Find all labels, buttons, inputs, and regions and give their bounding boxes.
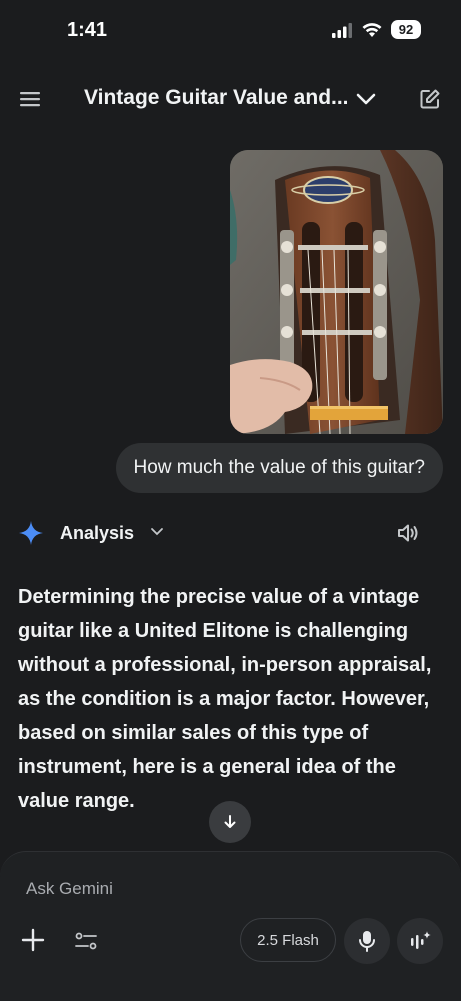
- conversation-title[interactable]: Vintage Guitar Value and...: [84, 86, 349, 110]
- signal-icon: [332, 22, 352, 38]
- guitar-photo: [230, 150, 443, 434]
- battery-indicator: 92: [391, 20, 421, 39]
- model-selector-button[interactable]: 2.5 Flash: [240, 918, 336, 962]
- user-message-text: How much the value of this guitar?: [133, 457, 426, 478]
- bold-guitar-model: United Elitone: [134, 620, 270, 642]
- composer-panel: Ask Gemini 2.5 Flash: [0, 851, 461, 1001]
- wifi-icon: [362, 22, 382, 37]
- microphone-button[interactable]: [344, 918, 390, 964]
- plus-icon[interactable]: [20, 927, 46, 953]
- mic-icon: [359, 931, 375, 952]
- response-mode-label[interactable]: Analysis: [60, 523, 134, 544]
- response-text: Determining the precise value of a vinta…: [18, 586, 432, 812]
- menu-icon[interactable]: [18, 87, 42, 111]
- status-bar: 1:41 92: [0, 0, 461, 62]
- arrow-down-icon: [224, 815, 236, 828]
- edit-icon[interactable]: [418, 87, 442, 111]
- user-message-bubble: How much the value of this guitar?: [115, 443, 443, 493]
- live-mode-button[interactable]: [397, 918, 443, 964]
- status-icons: 92: [331, 20, 421, 39]
- status-time: 1:41: [67, 19, 108, 41]
- sparkle-icon: [19, 521, 43, 545]
- scroll-to-bottom-button[interactable]: [209, 801, 251, 843]
- bold-condition: condition: [81, 688, 172, 710]
- ask-input[interactable]: Ask Gemini: [26, 879, 113, 899]
- chevron-down-icon[interactable]: [150, 526, 164, 538]
- response-header: Analysis: [0, 515, 461, 551]
- live-icon: [411, 931, 431, 949]
- chevron-down-icon[interactable]: [354, 88, 378, 110]
- top-app-bar: Vintage Guitar Value and...: [0, 78, 461, 120]
- speaker-icon[interactable]: [396, 521, 420, 545]
- tune-icon[interactable]: [74, 930, 98, 952]
- uploaded-guitar-image[interactable]: [230, 150, 443, 434]
